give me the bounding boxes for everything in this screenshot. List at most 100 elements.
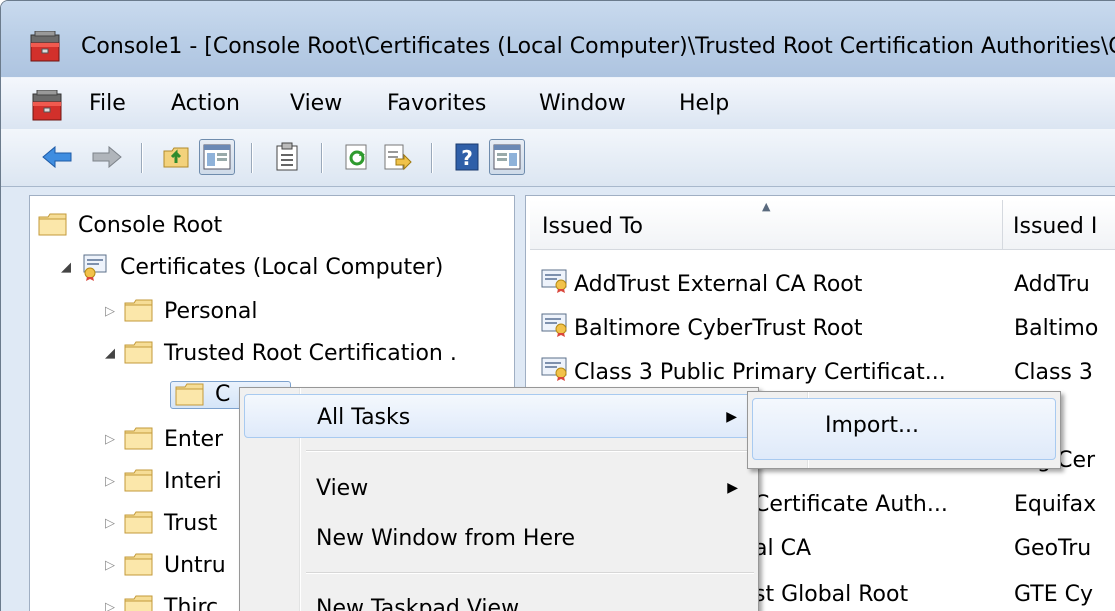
column-header-issued-by[interactable]: Issued I xyxy=(1003,200,1115,250)
menu-item-label: New Taskpad View... xyxy=(316,596,539,611)
tree-item-label: Trust xyxy=(164,510,218,536)
toolbox-menu-icon[interactable] xyxy=(31,89,65,128)
certificate-snapin-icon xyxy=(80,254,114,281)
tree-item-untrusted[interactable]: ▷ Untru xyxy=(96,548,226,582)
folder-icon xyxy=(124,594,158,611)
all-tasks-submenu: Import... xyxy=(747,391,1061,469)
tree-item-label: Certificates (Local Computer) xyxy=(120,254,444,280)
list-item[interactable]: Class 3 Public Primary Certificat... xyxy=(540,354,946,390)
toolbox-app-icon[interactable] xyxy=(29,30,63,69)
certificate-icon xyxy=(540,312,570,344)
menu-item-label: View xyxy=(316,476,369,501)
menu-action[interactable]: Action xyxy=(171,91,240,116)
menu-view[interactable]: View xyxy=(290,91,342,116)
folder-icon xyxy=(175,382,209,408)
column-header-label: Issued To xyxy=(542,214,644,239)
tree-item-intermediate[interactable]: ▷ Interi xyxy=(96,464,222,498)
folder-icon xyxy=(124,552,158,578)
toolbar-separator xyxy=(141,143,142,173)
tree-item-label: Trusted Root Certification . xyxy=(164,340,457,366)
issued-by-cell: Equifax xyxy=(1014,491,1097,517)
tree-item-text: C xyxy=(215,382,231,407)
issued-by-cell: Class 3 xyxy=(1014,359,1093,385)
menu-file[interactable]: File xyxy=(89,91,126,116)
up-folder-icon[interactable] xyxy=(159,139,195,175)
menu-favorites[interactable]: Favorites xyxy=(387,91,486,116)
menu-separator xyxy=(306,450,754,451)
list-item[interactable]: AddTrust External CA Root xyxy=(540,266,862,302)
tree-item-certificates-local-computer[interactable]: ◢ Certificates (Local Computer) xyxy=(52,250,443,284)
menu-item-label: New Window from Here xyxy=(316,526,576,551)
tree-item-label: Untru xyxy=(164,552,226,578)
tree-item-label: Interi xyxy=(164,468,222,494)
tree-item-trusted-publishers[interactable]: ▷ Trust xyxy=(96,506,217,540)
folder-icon xyxy=(124,510,158,536)
folder-icon xyxy=(38,212,72,238)
collapsed-triangle-icon[interactable]: ▷ xyxy=(96,304,124,319)
tree-item-console-root[interactable]: Console Root xyxy=(38,208,222,242)
issued-to-cell: Certificate Auth... xyxy=(754,491,948,517)
context-menu: All Tasks ▶ View ▶ New Window from Here … xyxy=(239,387,759,611)
expanded-triangle-icon[interactable]: ◢ xyxy=(96,346,124,361)
collapsed-triangle-icon[interactable]: ▷ xyxy=(96,600,124,611)
certificate-icon xyxy=(540,356,570,388)
collapsed-triangle-icon[interactable]: ▷ xyxy=(96,432,124,447)
tree-item-enterprise[interactable]: ▷ Enter xyxy=(96,422,223,456)
forward-arrow-icon[interactable] xyxy=(89,139,125,175)
svg-text:?: ? xyxy=(461,146,473,170)
toolbar-separator xyxy=(321,143,322,173)
collapsed-triangle-icon[interactable]: ▷ xyxy=(96,516,124,531)
show-hide-tree-icon[interactable] xyxy=(199,139,235,175)
help-icon[interactable]: ? xyxy=(449,139,485,175)
issued-by-cell: GeoTru xyxy=(1014,535,1092,561)
context-menu-item-new-window[interactable]: New Window from Here xyxy=(244,516,754,560)
menu-window[interactable]: Window xyxy=(539,91,626,116)
issued-by-cell: Baltimo xyxy=(1014,315,1099,341)
context-menu-item-view[interactable]: View ▶ xyxy=(244,466,754,510)
properties-icon[interactable] xyxy=(269,139,305,175)
back-arrow-icon[interactable] xyxy=(39,139,75,175)
tree-item-third-party[interactable]: ▷ Thirc xyxy=(96,590,218,611)
mmc-window: Console1 - [Console Root\Certificates (L… xyxy=(0,0,1115,611)
tree-item-label: Console Root xyxy=(78,212,223,238)
toolbar: ? xyxy=(1,129,1115,187)
submenu-arrow-icon: ▶ xyxy=(726,409,737,425)
tree-item-personal[interactable]: ▷ Personal xyxy=(96,294,258,328)
certificate-icon xyxy=(540,268,570,300)
tree-item-label: Personal xyxy=(164,298,258,324)
list-item[interactable]: Baltimore CyberTrust Root xyxy=(540,310,862,346)
tree-item-trusted-root[interactable]: ◢ Trusted Root Certification . xyxy=(96,336,457,370)
tree-item-label: Enter xyxy=(164,426,224,452)
column-header-label: Issued I xyxy=(1013,214,1098,239)
sort-ascending-icon: ▲ xyxy=(762,200,771,213)
menu-help[interactable]: Help xyxy=(679,91,729,116)
issued-to-cell: AddTrust External CA Root xyxy=(574,271,863,297)
issued-by-cell: GTE Cy xyxy=(1014,581,1093,607)
issued-by-cell: AddTru xyxy=(1014,271,1090,297)
submenu-arrow-icon: ▶ xyxy=(727,480,738,496)
issued-to-cell: al CA xyxy=(754,535,811,561)
menu-bar: File Action View Favorites Window Help xyxy=(1,77,1115,129)
expanded-triangle-icon[interactable]: ◢ xyxy=(52,260,80,275)
menu-item-label: All Tasks xyxy=(317,405,411,430)
context-menu-item-new-taskpad-view[interactable]: New Taskpad View... xyxy=(244,586,754,611)
collapsed-triangle-icon[interactable]: ▷ xyxy=(96,474,124,489)
folder-icon xyxy=(124,340,158,366)
folder-icon xyxy=(124,298,158,324)
toolbar-separator xyxy=(251,143,252,173)
show-action-pane-icon[interactable] xyxy=(489,139,525,175)
context-menu-item-all-tasks[interactable]: All Tasks ▶ xyxy=(244,394,754,438)
toolbar-separator xyxy=(431,143,432,173)
title-bar[interactable]: Console1 - [Console Root\Certificates (L… xyxy=(1,1,1115,77)
menu-item-label: Import... xyxy=(825,413,919,438)
column-header-issued-to[interactable]: ▲ Issued To xyxy=(530,200,1002,250)
submenu-item-import[interactable]: Import... xyxy=(752,398,1056,460)
menu-separator xyxy=(306,572,754,573)
collapsed-triangle-icon[interactable]: ▷ xyxy=(96,558,124,573)
window-title: Console1 - [Console Root\Certificates (L… xyxy=(81,34,1115,59)
issued-to-cell: Class 3 Public Primary Certificat... xyxy=(574,359,946,385)
folder-icon xyxy=(124,426,158,452)
export-list-icon[interactable] xyxy=(379,139,415,175)
issued-to-cell: Baltimore CyberTrust Root xyxy=(574,315,863,341)
refresh-icon[interactable] xyxy=(339,139,375,175)
